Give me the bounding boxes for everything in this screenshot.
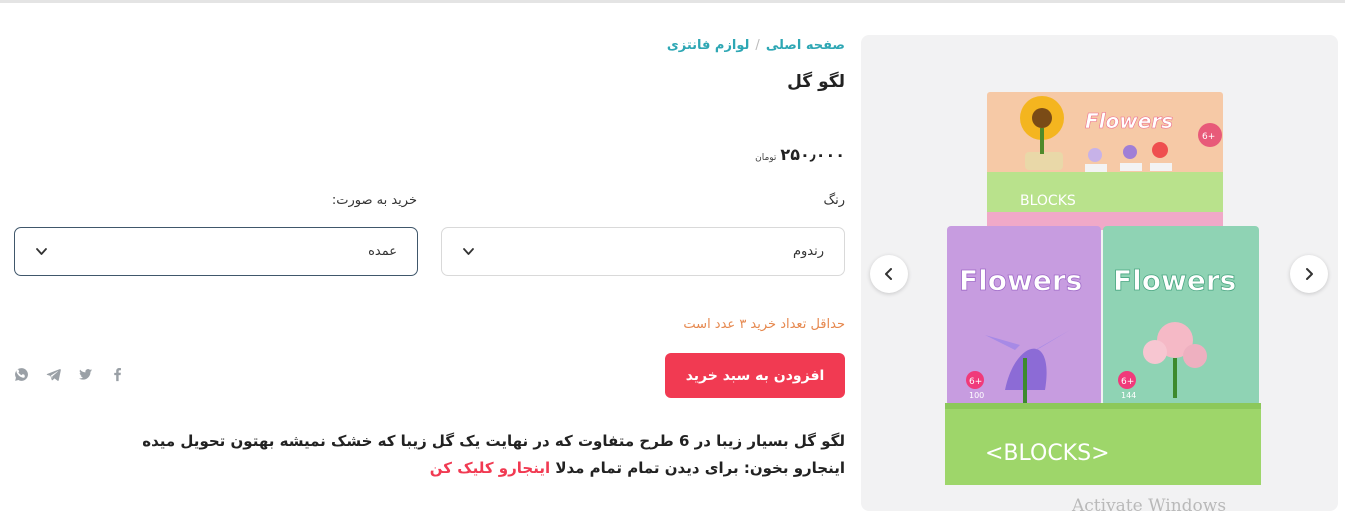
chevron-right-icon — [1306, 268, 1313, 280]
product-title: لگو گل — [787, 72, 845, 92]
svg-text:<BLOCKS>: <BLOCKS> — [985, 441, 1110, 466]
minimum-order-note: حداقل تعداد خرید ۳ عدد است — [683, 317, 845, 332]
svg-text:100: 100 — [969, 391, 984, 400]
price-currency: تومان — [755, 153, 777, 163]
top-border — [0, 0, 1345, 3]
breadcrumb-category-link[interactable]: لوازم فانتزی — [667, 38, 750, 53]
chevron-down-icon — [36, 248, 47, 255]
purchase-mode-select-value: عمده — [368, 244, 397, 259]
color-label: رنگ — [823, 193, 845, 208]
price-value: ۲۵۰٫۰۰۰ — [780, 145, 845, 164]
add-to-cart-button[interactable]: افزودن به سبد خرید — [665, 353, 845, 398]
facebook-icon[interactable] — [108, 365, 126, 383]
product-gallery: BLOCKS Flowers 6+ Flowers 6+ 100 Flowers — [861, 35, 1338, 511]
view-all-models-link[interactable]: اینجارو کلیک کن — [430, 459, 550, 477]
product-description: لگو گل بسیار زیبا در 6 طرح متفاوت که در … — [125, 428, 845, 482]
breadcrumb-separator: / — [755, 38, 760, 53]
color-select-value: رندوم — [792, 244, 824, 259]
svg-text:Flowers: Flowers — [1113, 264, 1236, 297]
purchase-mode-select[interactable]: عمده — [14, 227, 418, 276]
svg-text:BLOCKS: BLOCKS — [1020, 193, 1076, 209]
activate-windows-watermark: Activate Windows — [1072, 496, 1227, 516]
breadcrumb-home-link[interactable]: صفحه اصلی — [766, 38, 845, 53]
telegram-icon[interactable] — [44, 365, 62, 383]
svg-text:Flowers: Flowers — [1085, 109, 1173, 133]
gallery-next-button[interactable] — [1290, 255, 1328, 293]
svg-text:Flowers: Flowers — [959, 264, 1082, 297]
breadcrumb: صفحه اصلی / لوازم فانتزی — [667, 38, 845, 53]
social-share — [12, 365, 126, 383]
whatsapp-icon[interactable] — [12, 365, 30, 383]
gallery-prev-button[interactable] — [870, 255, 908, 293]
color-select[interactable]: رندوم — [441, 227, 845, 276]
purchase-mode-label: خرید به صورت: — [331, 193, 417, 208]
svg-text:6+: 6+ — [969, 377, 982, 387]
chevron-left-icon — [885, 268, 892, 280]
product-image: BLOCKS Flowers 6+ Flowers 6+ 100 Flowers — [945, 92, 1261, 485]
chevron-down-icon — [463, 248, 474, 255]
product-price: ۲۵۰٫۰۰۰ تومان — [755, 145, 845, 164]
svg-text:6+: 6+ — [1121, 377, 1134, 387]
svg-text:144: 144 — [1121, 391, 1136, 400]
svg-text:6+: 6+ — [1202, 132, 1215, 142]
twitter-icon[interactable] — [76, 365, 94, 383]
